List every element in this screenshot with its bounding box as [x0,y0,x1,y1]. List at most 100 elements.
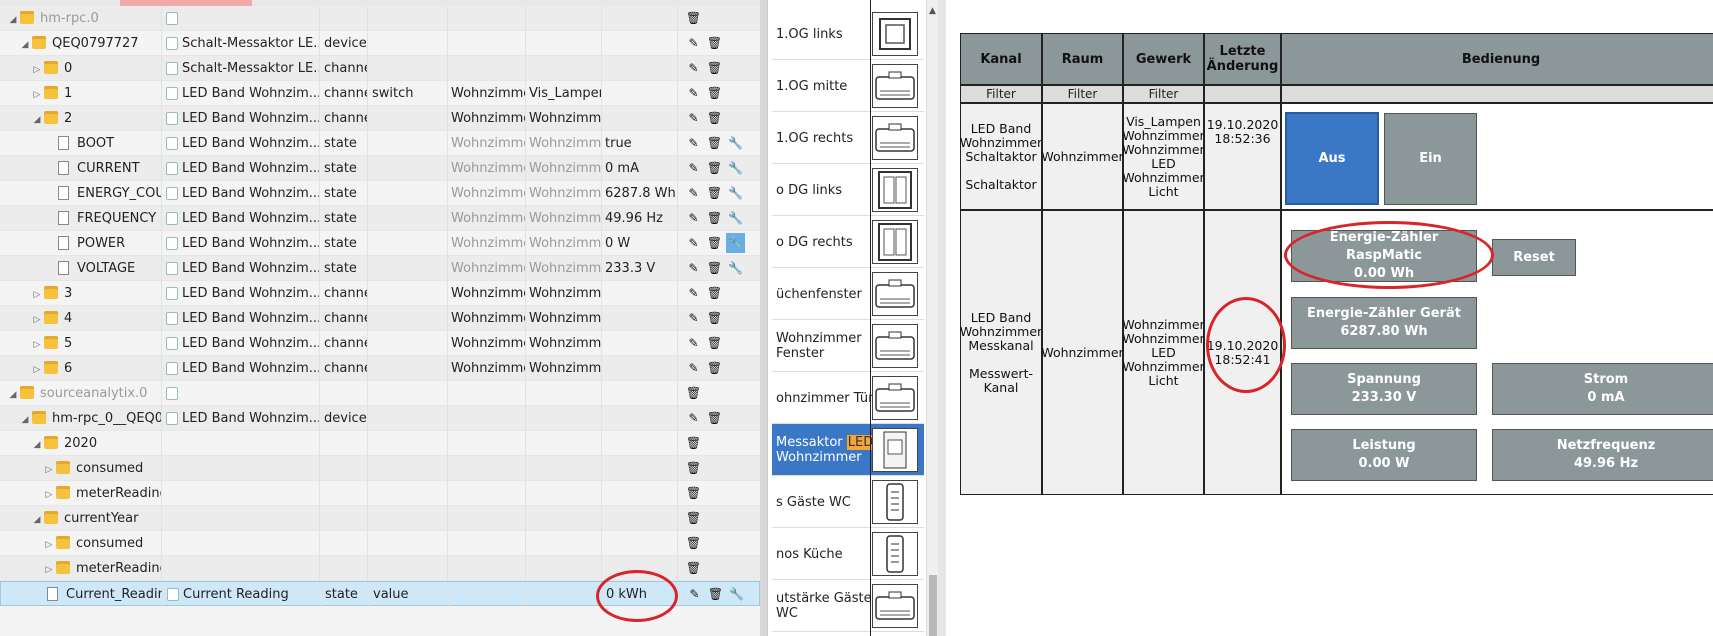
tree-name-cell[interactable]: VOLTAGE [0,256,162,281]
tree-name-cell[interactable]: ◢ hm-rpc.0 [0,6,162,31]
tree-row[interactable]: ◢ currentYear 🗑 [0,506,760,531]
tree-name-cell[interactable]: Current_Reading [1,582,163,607]
expand-toggle-icon[interactable]: ◢ [32,433,42,456]
tree-row[interactable]: POWER LED Band Wohnzim... state Wohnzimme Wo… [0,231,760,256]
tree-name-cell[interactable]: ◢ 2020 [0,431,162,456]
edit-icon[interactable]: ✎ [684,133,703,153]
tree-row[interactable]: ◢ hm-rpc_0__QEQ0 LED Band Wohnzim... device… [0,406,760,431]
expand-toggle-icon[interactable]: ▷ [32,58,42,81]
tree-name-cell[interactable]: ▷ consumed [0,531,162,556]
aus-button[interactable]: Aus [1285,112,1379,205]
filter-raum[interactable]: Filter [1042,85,1123,103]
tree-row[interactable]: ▷ 4 LED Band Wohnzim... channe Wohnzimme Wohn… [0,306,760,331]
trash-icon[interactable]: 🗑 [705,183,724,203]
spannung-tile[interactable]: Spannung 233.30 V [1291,363,1477,415]
device-list-item[interactable]: utstärke Gäste WC [772,580,924,632]
wrench-icon[interactable]: 🔧 [726,258,745,278]
tree-row[interactable]: BOOT LED Band Wohnzim... state Wohnzimme Woh… [0,131,760,156]
leistung-tile[interactable]: Leistung 0.00 W [1291,429,1477,481]
edit-icon[interactable]: ✎ [684,258,703,278]
device-list-item[interactable]: nos Küche [772,528,924,580]
device-list-item[interactable]: Wohnzimmer Fenster [772,320,924,372]
tree-name-cell[interactable]: ENERGY_COUN [0,181,162,206]
trash-icon[interactable]: 🗑 [684,383,703,403]
tree-row[interactable]: ◢ 2020 🗑 [0,431,760,456]
tree-row[interactable]: ▷ meterReadings 🗑 [0,556,760,581]
trash-icon[interactable]: 🗑 [705,33,724,53]
expand-toggle-icon[interactable]: ▷ [44,483,54,506]
tree-name-cell[interactable]: ◢ QEQ0797727 [0,31,162,56]
expand-toggle-icon[interactable]: ▷ [32,283,42,306]
device-list-item[interactable]: ohnzimmer Tür [772,372,924,424]
device-list-scrollbar[interactable]: ▲ [926,0,938,636]
expand-toggle-icon[interactable]: ▷ [32,308,42,331]
edit-icon[interactable]: ✎ [684,83,703,103]
ein-button[interactable]: Ein [1384,113,1477,205]
expand-toggle-icon[interactable]: ▷ [44,458,54,481]
wrench-icon[interactable]: 🔧 [726,233,745,253]
energy-raspmatic-tile[interactable]: Energie-Zähler RaspMatic 0.00 Wh [1291,230,1477,282]
energy-device-tile[interactable]: Energie-Zähler Gerät 6287.80 Wh [1291,297,1477,349]
tree-row[interactable]: ◢ QEQ0797727 Schalt-Messaktor LE... device ✎… [0,31,760,56]
tree-name-cell[interactable]: ▷ consumed [0,456,162,481]
trash-icon[interactable]: 🗑 [684,458,703,478]
strom-tile[interactable]: Strom 0 mA [1492,363,1713,415]
trash-icon[interactable]: 🗑 [684,433,703,453]
wrench-icon[interactable]: 🔧 [726,133,745,153]
expand-toggle-icon[interactable]: ▷ [32,83,42,106]
tree-name-cell[interactable]: ▷ meterReadings [0,556,162,581]
reset-button[interactable]: Reset [1492,239,1576,276]
trash-icon[interactable]: 🗑 [705,358,724,378]
tree-row[interactable]: ◢ hm-rpc.0 🗑 [0,6,760,31]
trash-icon[interactable]: 🗑 [684,8,703,28]
tree-row[interactable]: ◢ sourceanalytix.0 🗑 [0,381,760,406]
trash-icon[interactable]: 🗑 [705,308,724,328]
expand-toggle-icon[interactable]: ◢ [8,8,18,31]
filter-kanal[interactable]: Filter [960,85,1042,103]
edit-icon[interactable]: ✎ [685,584,704,604]
edit-icon[interactable]: ✎ [684,408,703,428]
tree-row[interactable]: ▷ 3 LED Band Wohnzim... channe Wohnzimme Wohn… [0,281,760,306]
tree-scrollbar[interactable] [760,0,767,636]
wrench-icon[interactable]: 🔧 [727,584,746,604]
tree-row[interactable]: VOLTAGE LED Band Wohnzim... state Wohnzimme… [0,256,760,281]
edit-icon[interactable]: ✎ [684,58,703,78]
trash-icon[interactable]: 🗑 [705,83,724,103]
device-list-item[interactable]: 1.OG mitte [772,60,924,112]
edit-icon[interactable]: ✎ [684,158,703,178]
trash-icon[interactable]: 🗑 [706,584,725,604]
expand-toggle-icon[interactable]: ▷ [44,533,54,556]
device-list-item[interactable]: 1.OG rechts [772,112,924,164]
expand-toggle-icon[interactable]: ◢ [32,508,42,531]
expand-toggle-icon[interactable]: ◢ [8,383,18,406]
wrench-icon[interactable]: 🔧 [726,183,745,203]
tree-name-cell[interactable]: POWER [0,231,162,256]
trash-icon[interactable]: 🗑 [705,408,724,428]
tree-name-cell[interactable]: ◢ sourceanalytix.0 [0,381,162,406]
trash-icon[interactable]: 🗑 [684,558,703,578]
expand-toggle-icon[interactable]: ▷ [44,558,54,581]
tree-name-cell[interactable]: ▷ 5 [0,331,162,356]
trash-icon[interactable]: 🗑 [684,508,703,528]
tree-name-cell[interactable]: BOOT [0,131,162,156]
edit-icon[interactable]: ✎ [684,308,703,328]
scroll-up-icon[interactable]: ▲ [929,6,936,16]
netzfrequenz-tile[interactable]: Netzfrequenz 49.96 Hz [1492,429,1713,481]
tree-name-cell[interactable]: ◢ currentYear [0,506,162,531]
tree-row[interactable]: ENERGY_COUN LED Band Wohnzim...state Wohnz… [0,181,760,206]
tree-row[interactable]: CURRENT LED Band Wohnzim... state Wohnzimme… [0,156,760,181]
device-list-item[interactable]: s Gäste WC [772,476,924,528]
trash-icon[interactable]: 🗑 [705,208,724,228]
device-list-item[interactable]: 1.OG links [772,8,924,60]
tree-name-cell[interactable]: ▷ 0 [0,56,162,81]
tree-name-cell[interactable]: ▷ 3 [0,281,162,306]
trash-icon[interactable]: 🗑 [705,158,724,178]
trash-icon[interactable]: 🗑 [684,483,703,503]
wrench-icon[interactable]: 🔧 [726,208,745,228]
tree-row[interactable]: ▷ 0 Schalt-Messaktor LE... channe ✎ 🗑 [0,56,760,81]
edit-icon[interactable]: ✎ [684,183,703,203]
trash-icon[interactable]: 🗑 [705,333,724,353]
wrench-icon[interactable]: 🔧 [726,158,745,178]
expand-toggle-icon[interactable]: ▷ [32,333,42,356]
tree-row[interactable]: ◢ 2 LED Band Wohnzim... channe Wohnzimme Wohn… [0,106,760,131]
